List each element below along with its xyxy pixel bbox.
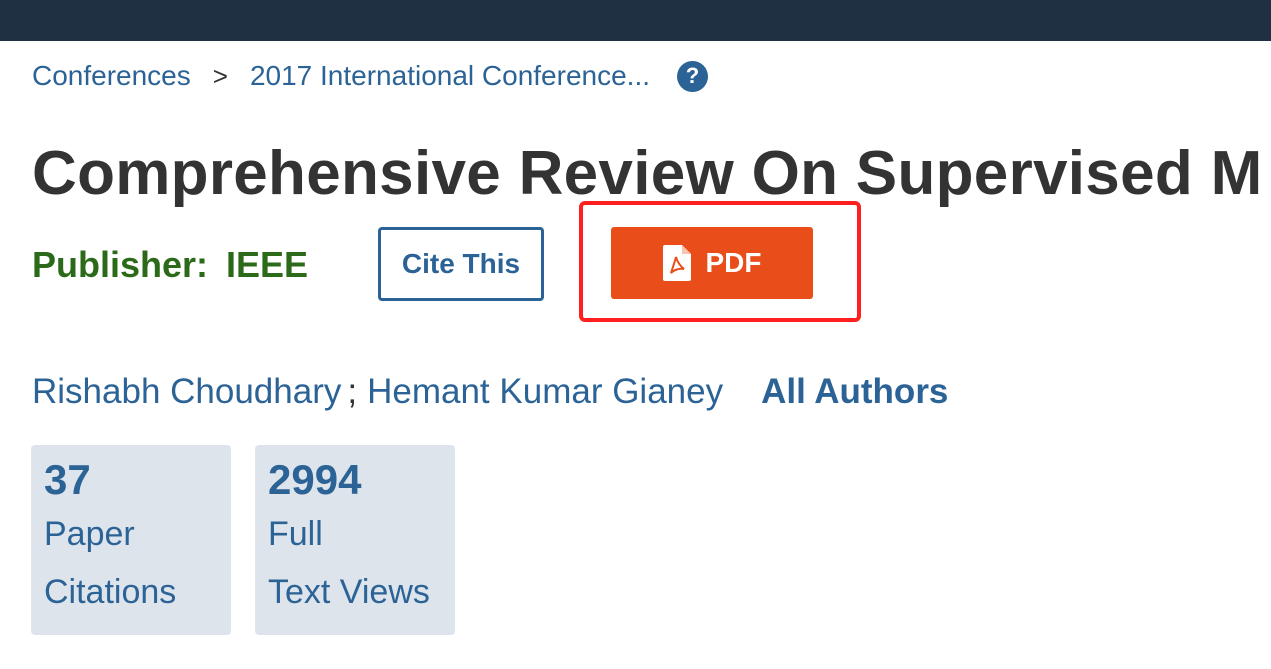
metric-value: 37 <box>44 456 91 503</box>
authors-line: Rishabh Choudhary; Hemant Kumar Gianey All… <box>32 372 948 412</box>
help-icon[interactable]: ? <box>677 60 709 92</box>
author-link[interactable]: Hemant Kumar Gianey <box>367 372 723 411</box>
author-link[interactable]: Rishabh Choudhary <box>32 372 341 411</box>
pdf-file-icon <box>662 245 691 281</box>
metric-label: Full <box>268 515 323 553</box>
metric-label: Citations <box>44 573 177 611</box>
publisher-label: Publisher: <box>32 244 209 285</box>
cite-this-button[interactable]: Cite This <box>378 227 544 301</box>
breadcrumb: Conferences > 2017 International Confere… <box>32 58 709 94</box>
metric-card-views[interactable]: 2994 Full Text Views <box>255 445 455 635</box>
page-title: Comprehensive Review On Supervised M <box>32 139 1263 208</box>
pdf-button[interactable]: PDF <box>611 227 813 299</box>
pdf-label: PDF <box>705 247 762 278</box>
metric-card-citations[interactable]: 37 Paper Citations <box>31 445 231 635</box>
breadcrumb-conferences[interactable]: Conferences <box>32 60 191 92</box>
metric-label: Text Views <box>268 573 430 611</box>
metric-label: Paper <box>44 515 135 553</box>
breadcrumb-separator: > <box>212 60 228 91</box>
breadcrumb-conference-name[interactable]: 2017 International Conference... <box>250 60 650 92</box>
top-navbar <box>0 0 1271 41</box>
author-separator: ; <box>347 372 358 411</box>
metric-value: 2994 <box>268 456 362 503</box>
publisher-info: Publisher: IEEE <box>32 244 308 286</box>
cite-this-label: Cite This <box>401 248 521 279</box>
publisher-value: IEEE <box>226 244 309 285</box>
all-authors-link[interactable]: All Authors <box>761 372 948 411</box>
